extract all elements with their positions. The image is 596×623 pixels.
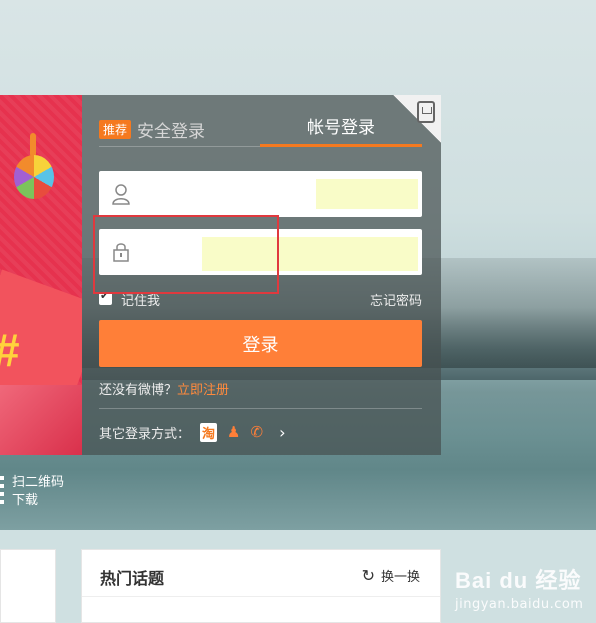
watermark-url: jingyan.baidu.com xyxy=(455,597,584,612)
more-login-icon[interactable]: › xyxy=(279,423,285,442)
lock-icon xyxy=(113,243,129,262)
login-options: 记住我 忘记密码 xyxy=(99,289,422,309)
qr-icon xyxy=(0,476,4,508)
tab-account-login[interactable]: 帐号登录 xyxy=(260,113,422,147)
balloon-icon xyxy=(14,155,54,199)
refresh-icon: ↻ xyxy=(361,566,375,585)
refresh-button[interactable]: ↻ 换一换 xyxy=(362,566,420,585)
promo-banner[interactable]: # xyxy=(0,95,82,455)
remember-label[interactable]: 记住我 xyxy=(121,290,160,309)
qr-line1: 扫二维码 xyxy=(12,475,65,490)
refresh-label: 换一换 xyxy=(380,570,420,585)
user-icon xyxy=(112,184,130,205)
banner-bottom-shape xyxy=(0,385,82,455)
qq-icon[interactable]: ♟ xyxy=(227,423,240,441)
taobao-icon[interactable]: 淘 xyxy=(200,422,218,442)
card-divider xyxy=(82,596,440,597)
signup-row: 还没有微博？立即注册 xyxy=(99,379,229,398)
balloon-string xyxy=(30,133,36,157)
qr-line2: 下载 xyxy=(12,493,39,508)
left-card xyxy=(0,549,56,623)
forgot-password-link[interactable]: 忘记密码 xyxy=(370,290,422,309)
tab-secure-label: 安全登录 xyxy=(137,121,206,142)
other-login-row: 其它登录方式： 淘 ♟ ✆ › xyxy=(99,422,285,442)
tab-secure-login[interactable]: 推荐 安全登录 xyxy=(99,113,205,145)
baidu-watermark: Bai du 经验 jingyan.baidu.com xyxy=(455,563,583,612)
autofill-highlight xyxy=(316,179,418,209)
login-panel: 推荐 安全登录 帐号登录 记住我 忘记密码 登录 还没有微博？立即注册 其它登录… xyxy=(82,95,441,455)
hash-graphic: # xyxy=(0,327,20,373)
divider xyxy=(99,408,422,409)
password-field[interactable] xyxy=(99,229,422,275)
recommend-badge: 推荐 xyxy=(99,119,132,139)
qr-download[interactable]: 扫二维码 下载 xyxy=(0,474,64,510)
remember-checkbox[interactable] xyxy=(99,289,112,305)
autofill-highlight xyxy=(202,237,418,271)
hot-topics-card: 热门话题 ↻ 换一换 xyxy=(81,549,441,623)
login-button[interactable]: 登录 xyxy=(99,320,422,367)
signup-prompt: 还没有微博？ xyxy=(99,383,178,398)
watermark-brand: Bai du 经验 xyxy=(455,568,582,593)
hot-topics-title: 热门话题 xyxy=(100,569,165,588)
username-field[interactable] xyxy=(99,171,422,217)
other-login-label: 其它登录方式： xyxy=(99,426,191,442)
login-tabs: 推荐 安全登录 帐号登录 xyxy=(99,113,422,147)
weibo-icon[interactable]: ✆ xyxy=(250,423,263,441)
signup-link[interactable]: 立即注册 xyxy=(177,383,229,398)
